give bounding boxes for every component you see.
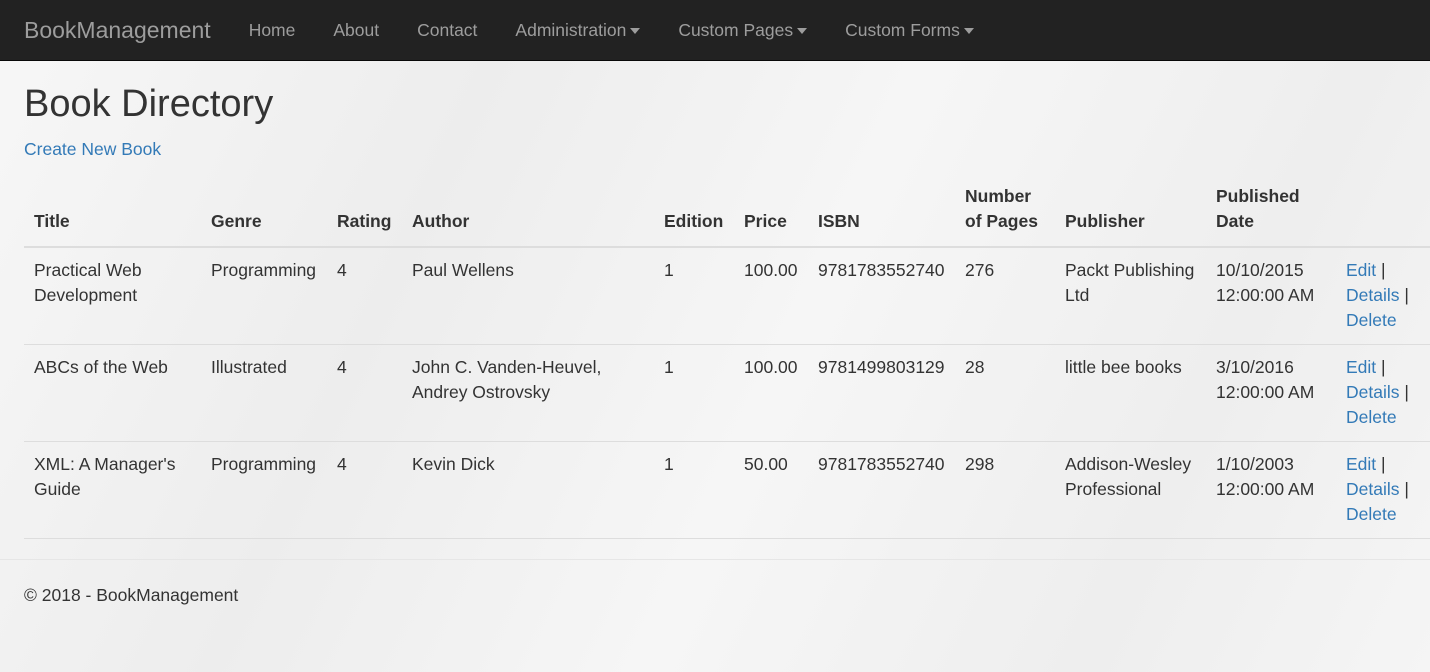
table-row: XML: A Manager's Guide Programming 4 Kev…: [24, 441, 1430, 539]
cell-edition: 1: [654, 441, 734, 539]
cell-genre: Programming: [201, 246, 327, 345]
action-separator: |: [1404, 381, 1409, 402]
cell-isbn: 9781783552740: [808, 441, 955, 539]
cell-rating: 4: [327, 246, 402, 345]
table-header-row: Title Genre Rating Author Edition Price …: [24, 183, 1430, 248]
cell-rating: 4: [327, 344, 402, 442]
page-title: Book Directory: [24, 83, 274, 125]
cell-title: Practical Web Development: [24, 246, 201, 345]
cell-publisher: little bee books: [1055, 344, 1206, 442]
cell-actions: Edit | Details | Delete: [1336, 441, 1430, 539]
cell-title: XML: A Manager's Guide: [24, 441, 201, 539]
cell-genre: Illustrated: [201, 344, 327, 442]
books-table: Title Genre Rating Author Edition Price …: [24, 183, 1430, 539]
column-header-actions: [1336, 183, 1430, 248]
table-row: Practical Web Development Programming 4 …: [24, 246, 1430, 345]
main-container: Book Directory Create New Book Title Gen…: [0, 83, 1430, 606]
cell-isbn: 9781783552740: [808, 246, 955, 345]
footer-divider: [0, 558, 1430, 560]
cell-publisher: Addison-Wesley Professional: [1055, 441, 1206, 539]
nav-item-label: Home: [248, 19, 296, 40]
cell-pages: 28: [955, 344, 1055, 442]
cell-title: ABCs of the Web: [24, 344, 201, 442]
nav-item-label: Administration: [515, 19, 627, 40]
nav-item-contact[interactable]: Contact: [398, 0, 496, 60]
cell-pages: 276: [955, 246, 1055, 345]
create-new-book-link[interactable]: Create New Book: [24, 139, 161, 160]
cell-price: 50.00: [734, 441, 808, 539]
action-separator: |: [1381, 453, 1386, 474]
cell-published-date: 3/10/2016 12:00:00 AM: [1206, 344, 1336, 442]
edit-link[interactable]: Edit: [1346, 357, 1376, 377]
nav-dropdown-administration[interactable]: Administration: [496, 0, 659, 60]
cell-edition: 1: [654, 246, 734, 345]
cell-genre: Programming: [201, 441, 327, 539]
cell-pages: 298: [955, 441, 1055, 539]
details-link[interactable]: Details: [1346, 479, 1400, 499]
nav-item-label: Custom Forms: [845, 19, 960, 40]
navbar: BookManagement Home About Contact Admini…: [0, 0, 1430, 61]
cell-author: Kevin Dick: [402, 441, 654, 539]
cell-edition: 1: [654, 344, 734, 442]
action-separator: |: [1404, 284, 1409, 305]
cell-actions: Edit | Details | Delete: [1336, 246, 1430, 345]
nav-item-label: Contact: [417, 19, 478, 40]
action-separator: |: [1381, 356, 1386, 377]
details-link[interactable]: Details: [1346, 285, 1400, 305]
delete-link[interactable]: Delete: [1346, 407, 1397, 427]
cell-actions: Edit | Details | Delete: [1336, 344, 1430, 442]
column-header-published-date: Published Date: [1206, 183, 1336, 248]
nav-item-about[interactable]: About: [314, 0, 398, 60]
table-row: ABCs of the Web Illustrated 4 John C. Va…: [24, 344, 1430, 442]
cell-rating: 4: [327, 441, 402, 539]
details-link[interactable]: Details: [1346, 382, 1400, 402]
column-header-rating: Rating: [327, 183, 402, 248]
nav-dropdown-custom-forms[interactable]: Custom Forms: [826, 0, 993, 60]
footer-text: © 2018 - BookManagement: [24, 584, 239, 605]
column-header-genre: Genre: [201, 183, 327, 248]
caret-down-icon: [797, 28, 808, 34]
nav-menu: Home About Contact Administration Custom…: [230, 0, 993, 60]
cell-isbn: 9781499803129: [808, 344, 955, 442]
cell-price: 100.00: [734, 344, 808, 442]
edit-link[interactable]: Edit: [1346, 260, 1376, 280]
column-header-isbn: ISBN: [808, 183, 955, 248]
column-header-author: Author: [402, 183, 654, 248]
cell-price: 100.00: [734, 246, 808, 345]
action-separator: |: [1381, 259, 1386, 280]
nav-item-home[interactable]: Home: [230, 0, 315, 60]
column-header-edition: Edition: [654, 183, 734, 248]
delete-link[interactable]: Delete: [1346, 310, 1397, 330]
nav-item-label: Custom Pages: [678, 19, 794, 40]
edit-link[interactable]: Edit: [1346, 454, 1376, 474]
column-header-publisher: Publisher: [1055, 183, 1206, 248]
column-header-price: Price: [734, 183, 808, 248]
caret-down-icon: [630, 28, 641, 34]
cell-published-date: 1/10/2003 12:00:00 AM: [1206, 441, 1336, 539]
brand-link[interactable]: BookManagement: [24, 17, 211, 44]
cell-publisher: Packt Publishing Ltd: [1055, 246, 1206, 345]
action-separator: |: [1404, 478, 1409, 499]
nav-dropdown-custom-pages[interactable]: Custom Pages: [659, 0, 826, 60]
cell-author: Paul Wellens: [402, 246, 654, 345]
cell-published-date: 10/10/2015 12:00:00 AM: [1206, 246, 1336, 345]
cell-author: John C. Vanden-Heuvel, Andrey Ostrovsky: [402, 344, 654, 442]
column-header-title: Title: [24, 183, 201, 248]
footer: © 2018 - BookManagement: [24, 585, 1430, 606]
caret-down-icon: [963, 28, 974, 34]
nav-item-label: About: [333, 19, 380, 40]
delete-link[interactable]: Delete: [1346, 504, 1397, 524]
column-header-pages: Number of Pages: [955, 183, 1055, 248]
